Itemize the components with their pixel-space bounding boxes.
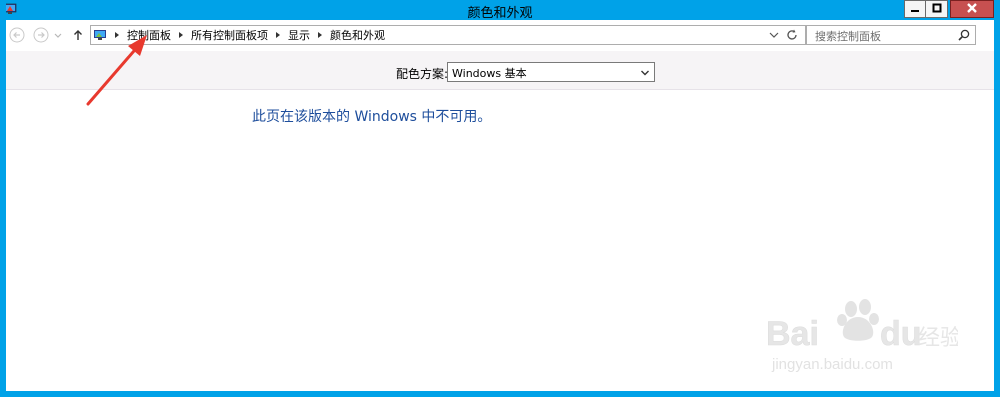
chevron-down-icon (769, 32, 779, 38)
maximize-icon (932, 2, 942, 16)
breadcrumb-item-control-panel[interactable]: 控制面板 (127, 27, 171, 43)
minimize-button[interactable] (904, 0, 926, 18)
breadcrumb-item-all-items[interactable]: 所有控制面板项 (191, 27, 268, 43)
breadcrumb-separator[interactable] (179, 32, 183, 38)
search-input[interactable]: 搜索控制面板 (815, 28, 881, 44)
back-button[interactable] (9, 27, 25, 43)
breadcrumb: 控制面板 所有控制面板项 显示 颜色和外观 (93, 27, 385, 43)
breadcrumb-item-display[interactable]: 显示 (288, 27, 310, 43)
svg-text:du: du (880, 315, 922, 353)
window-title: 颜色和外观 (467, 6, 533, 21)
breadcrumb-separator[interactable] (276, 32, 280, 38)
address-bar[interactable]: 控制面板 所有控制面板项 显示 颜色和外观 (90, 25, 806, 45)
unavailable-message: 此页在该版本的 Windows 中不可用。 (252, 109, 492, 125)
svg-text:Bai: Bai (766, 315, 819, 353)
up-arrow-icon (74, 30, 82, 40)
search-icon[interactable] (957, 28, 971, 42)
watermark-url: jingyan.baidu.com (771, 356, 893, 373)
breadcrumb-separator[interactable] (115, 32, 119, 38)
recent-locations-button[interactable] (53, 27, 63, 43)
close-button[interactable] (950, 0, 994, 18)
maximize-button[interactable] (926, 0, 948, 18)
breadcrumb-separator[interactable] (318, 32, 322, 38)
minimize-icon (910, 2, 920, 16)
forward-button[interactable] (33, 27, 49, 43)
refresh-icon (787, 29, 797, 40)
window: 颜色和外观 控制面板 所有控制面板项 显示 颜色和外观 搜索控制面板 配色方案:… (0, 0, 1000, 397)
back-arrow-icon (9, 27, 25, 43)
baidu-watermark: Bai du 经验 jingyan.baidu.com (758, 287, 962, 379)
color-scheme-dropdown[interactable]: Windows 基本 (447, 62, 655, 82)
address-history-button[interactable] (767, 28, 781, 42)
chevron-down-icon (640, 67, 650, 77)
control-panel-icon (93, 28, 107, 42)
forward-arrow-icon (33, 27, 49, 43)
svg-text:经验: 经验 (918, 326, 958, 351)
close-icon (966, 2, 978, 17)
title-bar[interactable]: 颜色和外观 (6, 0, 994, 21)
breadcrumb-item-color-appearance[interactable]: 颜色和外观 (330, 27, 385, 43)
color-scheme-value: Windows 基本 (452, 67, 527, 80)
address-controls (767, 28, 803, 42)
options-panel: 配色方案: Windows 基本 (6, 51, 994, 90)
color-scheme-label: 配色方案: (396, 67, 449, 81)
refresh-button[interactable] (785, 28, 803, 42)
navigation-bar: 控制面板 所有控制面板项 显示 颜色和外观 搜索控制面板 (6, 20, 994, 51)
baidu-logo: Bai du 经验 jingyan.baidu.com (766, 299, 962, 373)
up-button[interactable] (70, 27, 86, 43)
search-box[interactable]: 搜索控制面板 (806, 25, 976, 45)
chevron-down-icon (54, 33, 62, 38)
